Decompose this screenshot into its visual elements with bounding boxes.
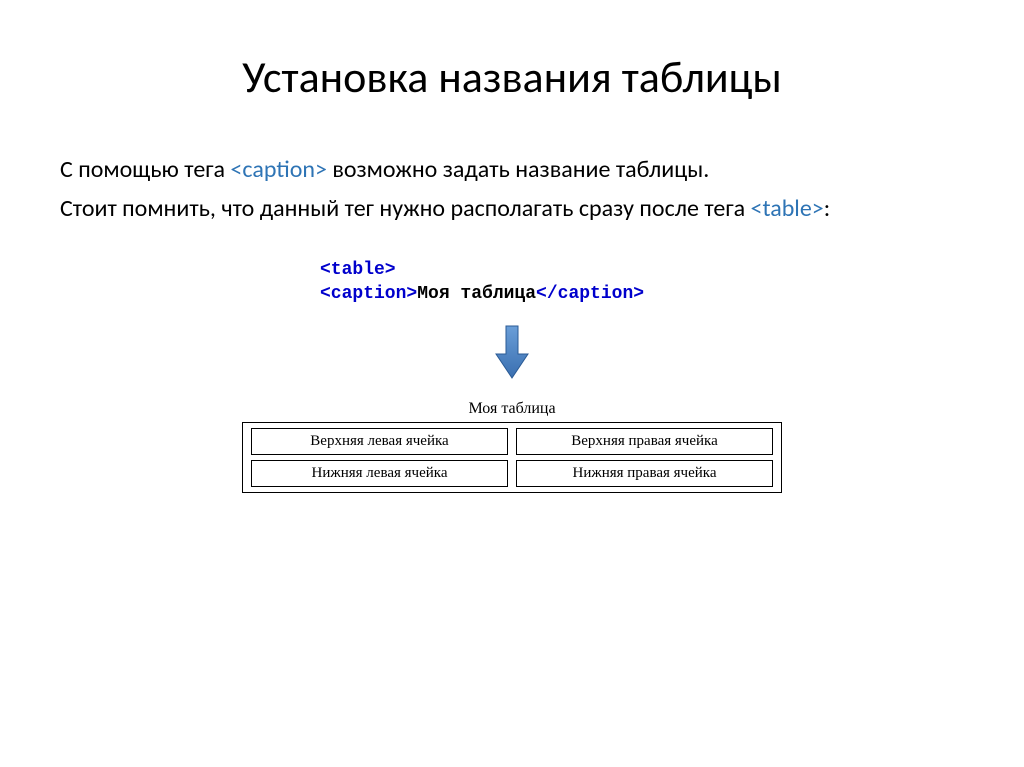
- arrow-container: [60, 324, 964, 385]
- cell-bottom-right: Нижняя правая ячейка: [516, 460, 773, 487]
- para2-tag-table: <table>: [751, 194, 824, 223]
- para1-text-a: С помощью тега: [60, 155, 230, 184]
- code-caption-text: Моя таблица: [417, 284, 536, 304]
- para1-text-b: возможно задать название таблицы.: [327, 155, 709, 184]
- example-table: Верхняя левая ячейка Верхняя правая ячей…: [242, 422, 782, 493]
- cell-top-right: Верхняя правая ячейка: [516, 428, 773, 455]
- code-caption-open: <caption>: [320, 284, 417, 304]
- para1-tag-caption: <caption>: [230, 155, 327, 184]
- slide-title: Установка названия таблицы: [60, 50, 964, 104]
- table-row: Нижняя левая ячейка Нижняя правая ячейка: [251, 460, 773, 487]
- code-line-2: <caption>Моя таблица</caption>: [320, 283, 964, 306]
- paragraph-2: Стоит помнить, что данный тег нужно расп…: [60, 193, 964, 224]
- cell-bottom-left: Нижняя левая ячейка: [251, 460, 508, 487]
- down-arrow-icon: [494, 324, 530, 385]
- para2-text-a: Стоит помнить, что данный тег нужно расп…: [60, 194, 751, 223]
- code-table-open: <table>: [320, 260, 396, 280]
- example-table-caption: Моя таблица: [60, 400, 964, 418]
- code-line-1: <table>: [320, 259, 964, 282]
- table-row: Верхняя левая ячейка Верхняя правая ячей…: [251, 428, 773, 455]
- code-caption-close: </caption>: [536, 284, 644, 304]
- paragraph-1: С помощью тега <caption> возможно задать…: [60, 154, 964, 185]
- cell-top-left: Верхняя левая ячейка: [251, 428, 508, 455]
- para2-text-b: :: [824, 194, 830, 223]
- code-example: <table> <caption>Моя таблица</caption>: [320, 259, 964, 306]
- slide: Установка названия таблицы С помощью тег…: [0, 0, 1024, 767]
